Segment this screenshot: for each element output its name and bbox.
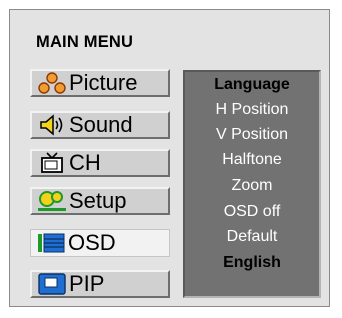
language-value-english: English xyxy=(223,254,281,271)
menu-item-sound[interactable]: Sound xyxy=(30,111,170,139)
submenu-item-default[interactable]: Default xyxy=(185,229,319,245)
menu-item-label: OSD xyxy=(68,230,116,255)
menu-item-label: Sound xyxy=(69,112,133,137)
menu-item-pip[interactable]: PIP xyxy=(30,270,170,298)
menu-item-label: PIP xyxy=(69,271,105,296)
menu-item-picture[interactable]: Picture xyxy=(30,69,170,97)
menu-item-label: Setup xyxy=(69,188,127,213)
people-icon xyxy=(35,71,69,95)
menu-item-setup[interactable]: Setup xyxy=(30,187,170,215)
menu-title: MAIN MENU xyxy=(36,33,134,51)
menu-item-ch[interactable]: CH xyxy=(30,149,170,177)
setup-icon xyxy=(35,189,69,213)
menu-item-osd[interactable]: OSD xyxy=(30,229,170,257)
submenu-item-h-position[interactable]: H Position xyxy=(185,102,319,118)
menu-item-label: Picture xyxy=(69,70,138,95)
pip-icon xyxy=(35,272,69,296)
osd-icon xyxy=(34,231,68,255)
submenu-item-osd-off[interactable]: OSD off xyxy=(185,204,319,220)
speaker-icon xyxy=(35,113,69,137)
tv-icon xyxy=(35,151,69,175)
submenu-item-language[interactable]: Language xyxy=(185,77,319,93)
submenu-item-v-position[interactable]: V Position xyxy=(185,127,319,143)
submenu-item-zoom[interactable]: Zoom xyxy=(185,178,319,194)
submenu-item-halftone[interactable]: Halftone xyxy=(185,152,319,168)
menu-item-label: CH xyxy=(69,150,101,175)
osd-submenu-panel: Language H Position V Position Halftone … xyxy=(183,70,321,298)
